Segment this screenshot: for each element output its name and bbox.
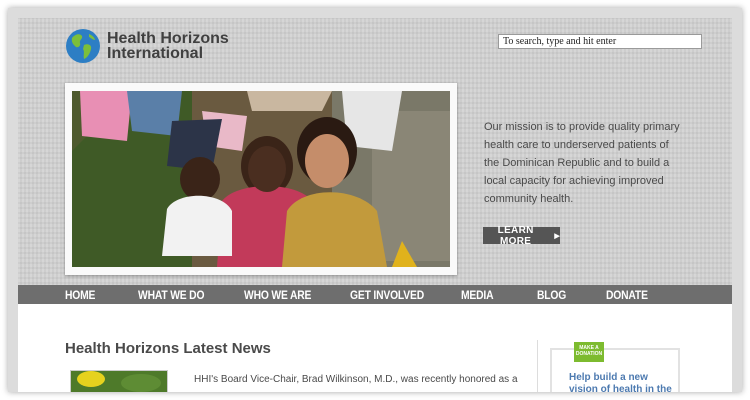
search-input[interactable]: [498, 34, 702, 49]
nav-item-media[interactable]: MEDIA: [461, 288, 494, 302]
donate-widget[interactable]: MAKE A DONATION Help build a new vision …: [550, 342, 680, 392]
nav-item-donate[interactable]: DONATE: [606, 288, 648, 302]
column-divider: [537, 340, 538, 392]
nav-item-blog[interactable]: BLOG: [537, 288, 566, 302]
news-thumbnail-image: [71, 371, 167, 392]
nav-item-home[interactable]: HOME: [65, 288, 95, 302]
nav-item-who-we-are[interactable]: WHO WE ARE: [244, 288, 311, 302]
news-thumbnail[interactable]: [70, 370, 168, 392]
mission-statement: Our mission is to provide quality primar…: [484, 121, 680, 205]
nav-item-get-involved[interactable]: GET INVOLVED: [350, 288, 424, 302]
learn-more-label: LEARN MORE: [497, 224, 534, 247]
learn-more-button[interactable]: LEARN MORE ▶: [483, 224, 560, 247]
news-section-title: Health Horizons Latest News: [65, 340, 271, 357]
hero-photo-illustration: [72, 91, 450, 267]
hero-photo-card: [65, 83, 457, 275]
globe-icon: [66, 29, 100, 63]
donate-link[interactable]: Help build a new vision of health in the: [569, 372, 679, 392]
site-name-line1: Health Horizons: [107, 30, 229, 47]
main-content: Health Horizons Latest News HHI's Board …: [18, 304, 732, 392]
badge-line2: DONATION: [575, 351, 603, 357]
site-header: Health Horizons International To search,…: [18, 18, 732, 292]
news-excerpt: HHI's Board Vice-Chair, Brad Wilkinson, …: [194, 374, 518, 385]
site-name-line2: International: [107, 45, 204, 62]
hero-photo: [72, 91, 450, 267]
main-nav: HOME WHAT WE DO WHO WE ARE GET INVOLVED …: [18, 285, 732, 304]
site-name: Health Horizons International: [107, 30, 229, 62]
triangle-right-icon: ▶: [554, 232, 560, 240]
make-donation-badge[interactable]: MAKE A DONATION: [574, 342, 604, 362]
nav-item-what-we-do[interactable]: WHAT WE DO: [138, 288, 204, 302]
site-logo[interactable]: Health Horizons International: [65, 28, 229, 64]
browser-frame: Health Horizons International To search,…: [8, 8, 742, 392]
